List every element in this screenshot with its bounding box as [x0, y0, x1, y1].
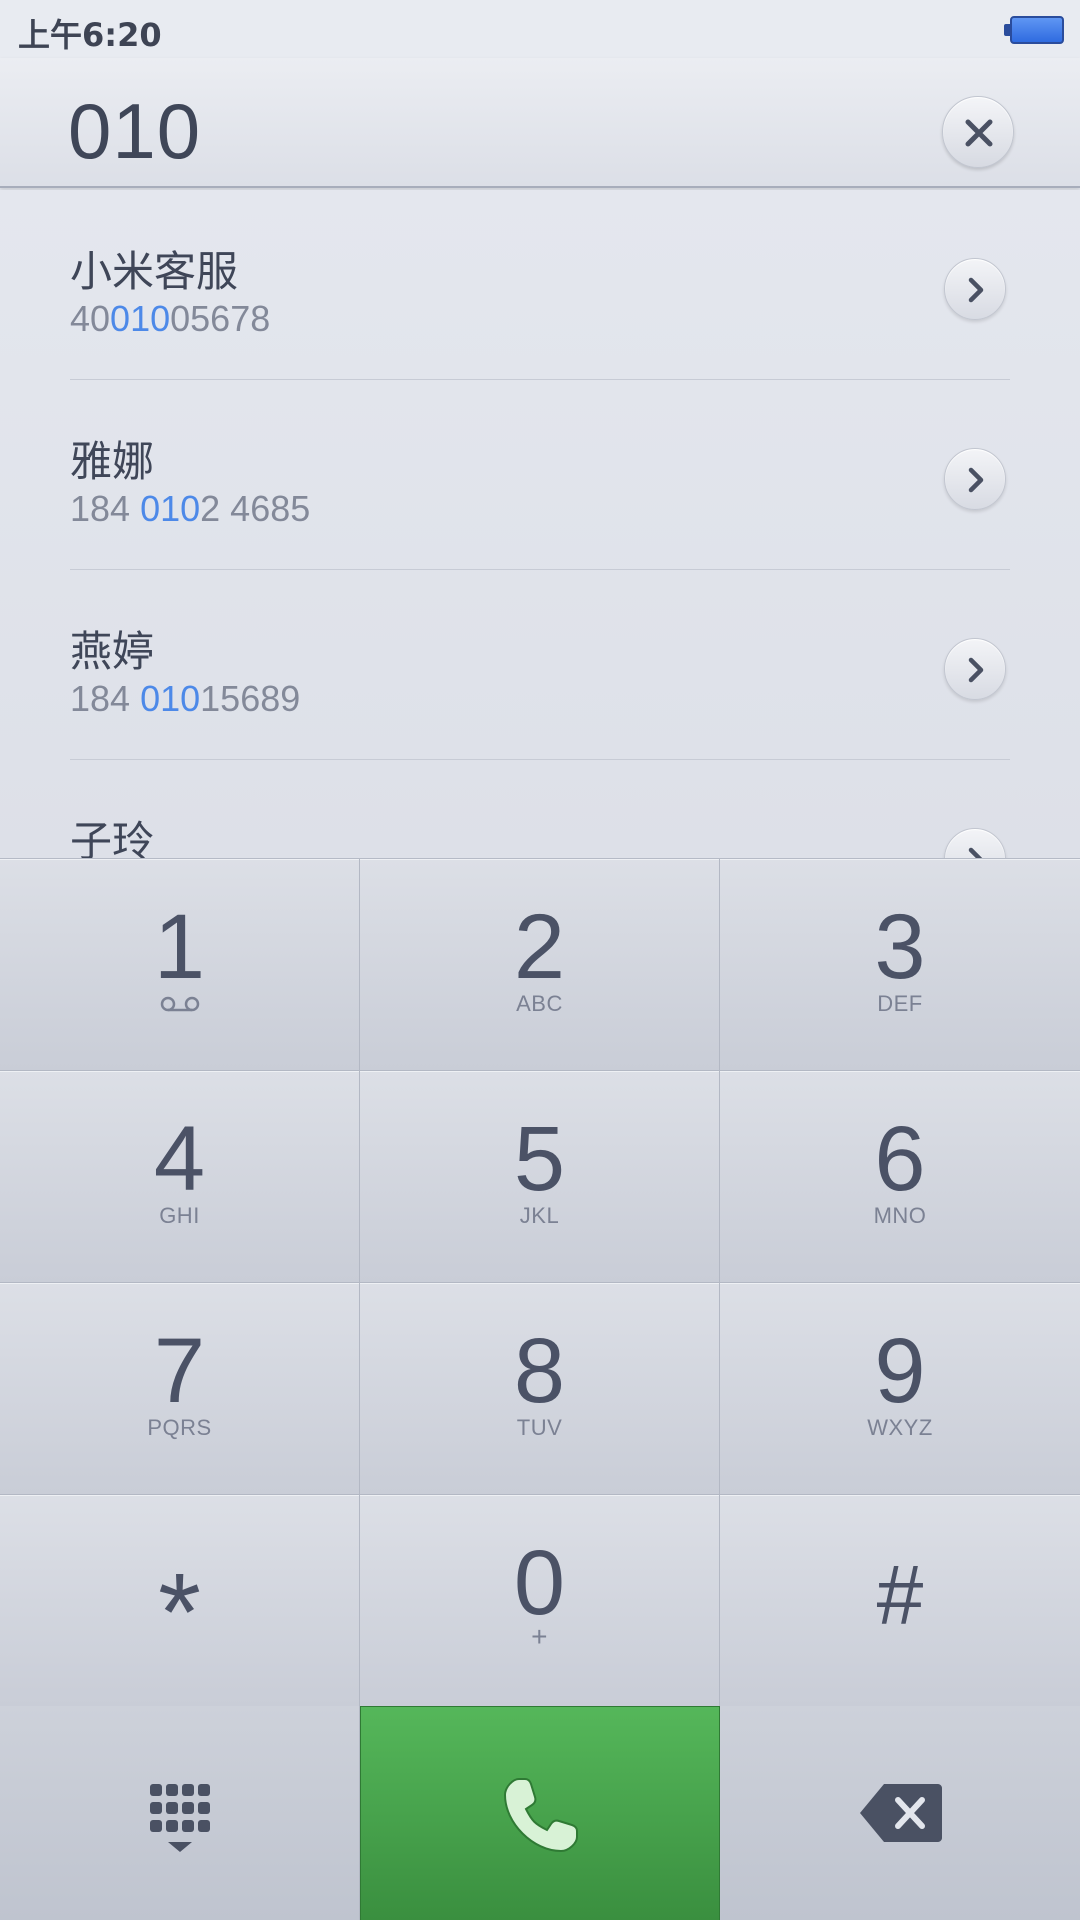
status-bar: 上午6:20	[0, 0, 1080, 58]
match-highlight: 010	[140, 678, 201, 719]
key-digit: 0	[513, 1532, 566, 1634]
contact-detail-button[interactable]	[944, 828, 1006, 858]
key-letters: GHI	[159, 1203, 200, 1228]
contact-detail-button[interactable]	[944, 638, 1006, 700]
chevron-right-icon	[968, 847, 983, 858]
backspace-icon	[860, 1784, 942, 1842]
chevron-right-icon	[968, 657, 984, 683]
key-letters: PQRS	[147, 1415, 212, 1440]
chevron-right-icon	[968, 277, 984, 303]
key-4[interactable]: 4 GHI	[0, 1071, 360, 1283]
key-digit: 2	[513, 896, 566, 998]
key-digit: #	[876, 1548, 924, 1642]
contact-number: 4001005678	[70, 298, 271, 339]
key-digit: *	[158, 1551, 201, 1674]
key-letters: WXYZ	[867, 1415, 933, 1440]
key-digit: 1	[153, 896, 206, 998]
list-item[interactable]: 雅娜 184 0102 4685	[70, 380, 1010, 570]
list-item[interactable]: 燕婷 184 01015689	[70, 570, 1010, 760]
key-5[interactable]: 5 JKL	[360, 1071, 720, 1283]
key-hash[interactable]: #	[720, 1495, 1080, 1707]
contact-number: 184 01015689	[70, 678, 301, 719]
contact-detail-button[interactable]	[944, 258, 1006, 320]
close-icon	[965, 119, 993, 147]
key-letters: +	[531, 1621, 548, 1652]
key-7[interactable]: 7 PQRS	[0, 1283, 360, 1495]
contact-number: 184 0102 4685	[70, 488, 311, 529]
contact-results-list[interactable]: 小米客服 4001005678 雅娜 184 0102 4685 燕婷 184 …	[0, 190, 1080, 858]
dial-header: 010	[0, 58, 1080, 188]
status-time: 上午6:20	[18, 16, 162, 54]
dialed-number-input[interactable]: 010	[68, 86, 201, 177]
contact-detail-button[interactable]	[944, 448, 1006, 510]
contact-name: 小米客服	[70, 247, 239, 296]
key-3[interactable]: 3 DEF	[720, 859, 1080, 1071]
match-highlight: 010	[140, 488, 201, 529]
key-letters: MNO	[873, 1203, 927, 1228]
key-letters: JKL	[519, 1203, 560, 1228]
chevron-right-icon	[968, 467, 984, 493]
key-digit: 8	[513, 1320, 566, 1422]
contact-name: 子玲	[70, 817, 155, 858]
call-button[interactable]	[360, 1706, 720, 1920]
key-2[interactable]: 2 ABC	[360, 859, 720, 1071]
key-letters: TUV	[516, 1415, 563, 1440]
backspace-button[interactable]	[720, 1706, 1080, 1920]
key-9[interactable]: 9 WXYZ	[720, 1283, 1080, 1495]
key-digit: 3	[874, 896, 926, 998]
key-digit: 6	[874, 1108, 926, 1210]
key-digit: 4	[153, 1108, 206, 1210]
voicemail-icon	[160, 996, 200, 1012]
contact-name: 雅娜	[70, 437, 155, 486]
key-digit: 7	[153, 1320, 206, 1422]
keypad-icon	[150, 1784, 210, 1852]
key-1[interactable]: 1	[0, 859, 360, 1071]
list-item[interactable]: 小米客服 4001005678	[70, 190, 1010, 380]
contact-name: 燕婷	[70, 627, 155, 676]
key-0[interactable]: 0 +	[360, 1495, 720, 1707]
key-letters: DEF	[877, 991, 923, 1016]
clear-button[interactable]	[942, 96, 1014, 168]
key-letters: ABC	[516, 991, 563, 1016]
key-6[interactable]: 6 MNO	[720, 1071, 1080, 1283]
list-item[interactable]: 子玲	[70, 760, 1010, 858]
action-row	[0, 1706, 1080, 1920]
key-star[interactable]: *	[0, 1495, 360, 1707]
phone-icon	[503, 1778, 578, 1853]
key-digit: 9	[874, 1320, 926, 1422]
dial-keypad: 1 2 ABC 3 DEF 4 GHI 5 JKL 6 MNO 7 PQRS 8…	[0, 858, 1080, 1707]
toggle-keypad-button[interactable]	[0, 1706, 360, 1920]
match-highlight: 010	[110, 298, 171, 339]
key-8[interactable]: 8 TUV	[360, 1283, 720, 1495]
key-digit: 5	[513, 1108, 566, 1210]
battery-icon	[1004, 16, 1064, 44]
